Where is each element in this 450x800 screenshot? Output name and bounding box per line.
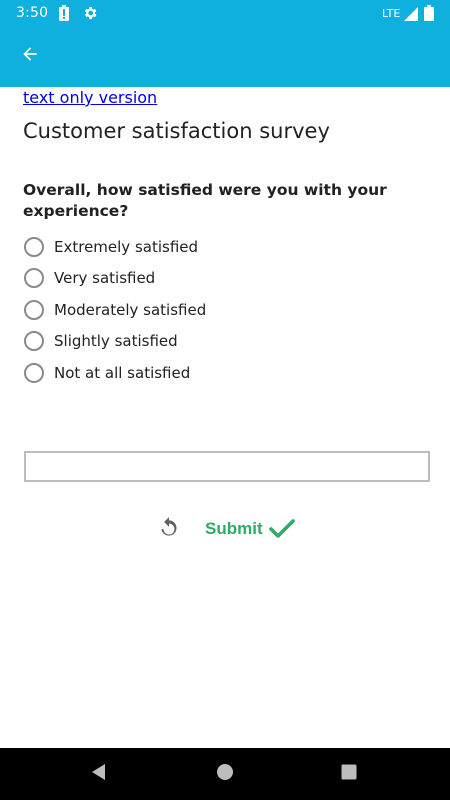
navigation-bar (0, 748, 450, 800)
radio-button[interactable] (24, 268, 44, 288)
recents-square-icon (341, 764, 357, 784)
app-bar (0, 28, 450, 87)
back-triangle-icon (90, 763, 108, 785)
nav-back-button[interactable] (85, 760, 113, 788)
arrow-back-icon (20, 44, 40, 68)
option-label: Slightly satisfied (54, 332, 178, 350)
option-label: Moderately satisfied (54, 301, 207, 319)
reset-icon (156, 515, 182, 545)
comment-input[interactable] (24, 451, 430, 482)
app-header: 3:50 LTE (0, 0, 450, 87)
radio-button[interactable] (24, 300, 44, 320)
radio-button[interactable] (24, 331, 44, 351)
submit-button[interactable]: Submit (205, 513, 295, 545)
radio-button[interactable] (24, 237, 44, 257)
text-only-version-link[interactable]: text only version (23, 88, 157, 108)
alert-icon (58, 5, 70, 21)
status-bar: 3:50 LTE (0, 0, 450, 28)
survey-question: Overall, how satisfied were you with you… (23, 181, 387, 220)
option-label: Extremely satisfied (54, 238, 199, 256)
page-title: Customer satisfaction survey (23, 119, 330, 143)
network-type: LTE (382, 7, 401, 20)
check-icon (268, 518, 295, 540)
back-button[interactable] (12, 38, 48, 74)
signal-icon (404, 6, 418, 22)
status-time: 3:50 (16, 5, 49, 21)
option-very-satisfied[interactable]: Very satisfied (23, 265, 155, 291)
battery-icon (424, 5, 434, 21)
option-moderately-satisfied[interactable]: Moderately satisfied (23, 297, 206, 323)
option-label: Not at all satisfied (54, 364, 191, 382)
home-circle-icon (216, 763, 234, 785)
option-label: Very satisfied (54, 269, 156, 287)
reset-button[interactable] (154, 515, 184, 545)
nav-home-button[interactable] (211, 760, 239, 788)
option-extremely-satisfied[interactable]: Extremely satisfied (23, 234, 198, 260)
nav-recents-button[interactable] (335, 760, 363, 788)
option-not-at-all-satisfied[interactable]: Not at all satisfied (23, 360, 190, 386)
gear-icon (82, 5, 98, 21)
radio-button[interactable] (24, 363, 44, 383)
submit-label: Submit (205, 519, 263, 538)
option-slightly-satisfied[interactable]: Slightly satisfied (23, 328, 178, 354)
